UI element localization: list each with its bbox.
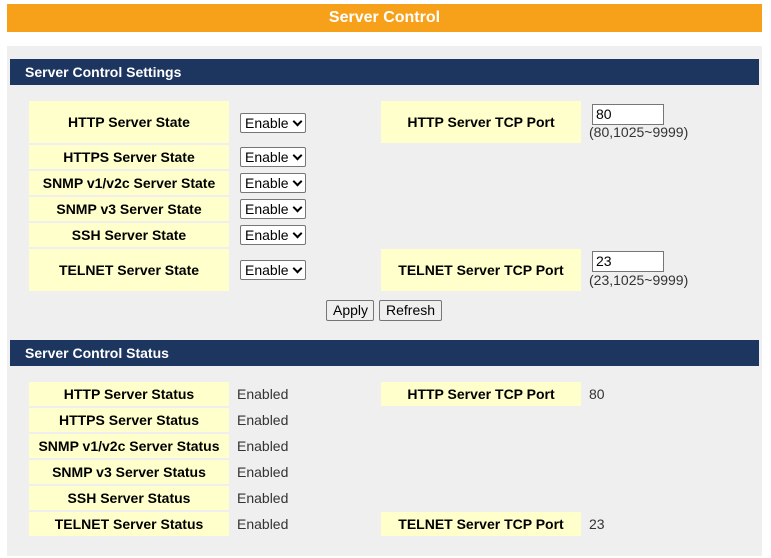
https-server-state-select[interactable]: Enable (240, 147, 306, 167)
select-value: Enable (245, 201, 289, 217)
http-server-status-label: HTTP Server Status (29, 382, 229, 406)
settings-section-header: Server Control Settings (10, 59, 759, 85)
refresh-button[interactable]: Refresh (379, 300, 442, 321)
snmp-v3-server-state-select[interactable]: Enable (240, 199, 306, 219)
chevron-down-icon (293, 231, 302, 240)
http-tcp-port-hint: (80,1025~9999) (589, 124, 689, 140)
telnet-server-status-value: Enabled (237, 516, 289, 532)
select-value: Enable (245, 175, 289, 191)
ssh-server-state-select[interactable]: Enable (240, 225, 306, 245)
chevron-down-icon (293, 179, 302, 188)
telnet-server-state-label: TELNET Server State (29, 249, 229, 291)
ssh-server-state-label: SSH Server State (29, 223, 229, 247)
telnet-server-status-label: TELNET Server Status (29, 512, 229, 536)
ssh-server-status-label: SSH Server Status (29, 486, 229, 510)
telnet-tcp-port-input[interactable]: 23 (592, 251, 664, 272)
http-tcp-port-input[interactable]: 80 (592, 104, 664, 125)
http-tcp-port-status-value: 80 (589, 386, 605, 402)
select-value: Enable (245, 149, 289, 165)
https-server-status-value: Enabled (237, 412, 289, 428)
https-server-state-label: HTTPS Server State (29, 145, 229, 169)
chevron-down-icon (293, 153, 302, 162)
ssh-server-status-value: Enabled (237, 490, 289, 506)
snmp-v1v2c-server-state-select[interactable]: Enable (240, 173, 306, 193)
chevron-down-icon (293, 205, 302, 214)
page-title: Server Control (7, 4, 762, 32)
apply-button[interactable]: Apply (326, 300, 374, 321)
telnet-tcp-port-status-label: TELNET Server TCP Port (381, 512, 581, 536)
https-server-status-label: HTTPS Server Status (29, 408, 229, 432)
chevron-down-icon (293, 119, 302, 128)
snmp-v1v2c-server-status-label: SNMP v1/v2c Server Status (29, 434, 229, 458)
http-server-state-label: HTTP Server State (29, 101, 229, 143)
snmp-v3-server-state-label: SNMP v3 Server State (29, 197, 229, 221)
telnet-tcp-port-status-value: 23 (589, 516, 605, 532)
select-value: Enable (245, 262, 289, 278)
telnet-server-state-select[interactable]: Enable (240, 260, 306, 280)
select-value: Enable (245, 115, 289, 131)
status-section-header: Server Control Status (10, 340, 759, 366)
chevron-down-icon (293, 266, 302, 275)
http-tcp-port-label: HTTP Server TCP Port (381, 101, 581, 143)
telnet-tcp-port-label: TELNET Server TCP Port (381, 249, 581, 291)
http-server-state-select[interactable]: Enable (240, 113, 306, 133)
select-value: Enable (245, 227, 289, 243)
http-tcp-port-status-label: HTTP Server TCP Port (381, 382, 581, 406)
snmp-v3-server-status-label: SNMP v3 Server Status (29, 460, 229, 484)
telnet-tcp-port-hint: (23,1025~9999) (589, 272, 689, 288)
snmp-v1v2c-server-status-value: Enabled (237, 438, 289, 454)
snmp-v3-server-status-value: Enabled (237, 464, 289, 480)
http-server-status-value: Enabled (237, 386, 289, 402)
snmp-v1v2c-server-state-label: SNMP v1/v2c Server State (29, 171, 229, 195)
